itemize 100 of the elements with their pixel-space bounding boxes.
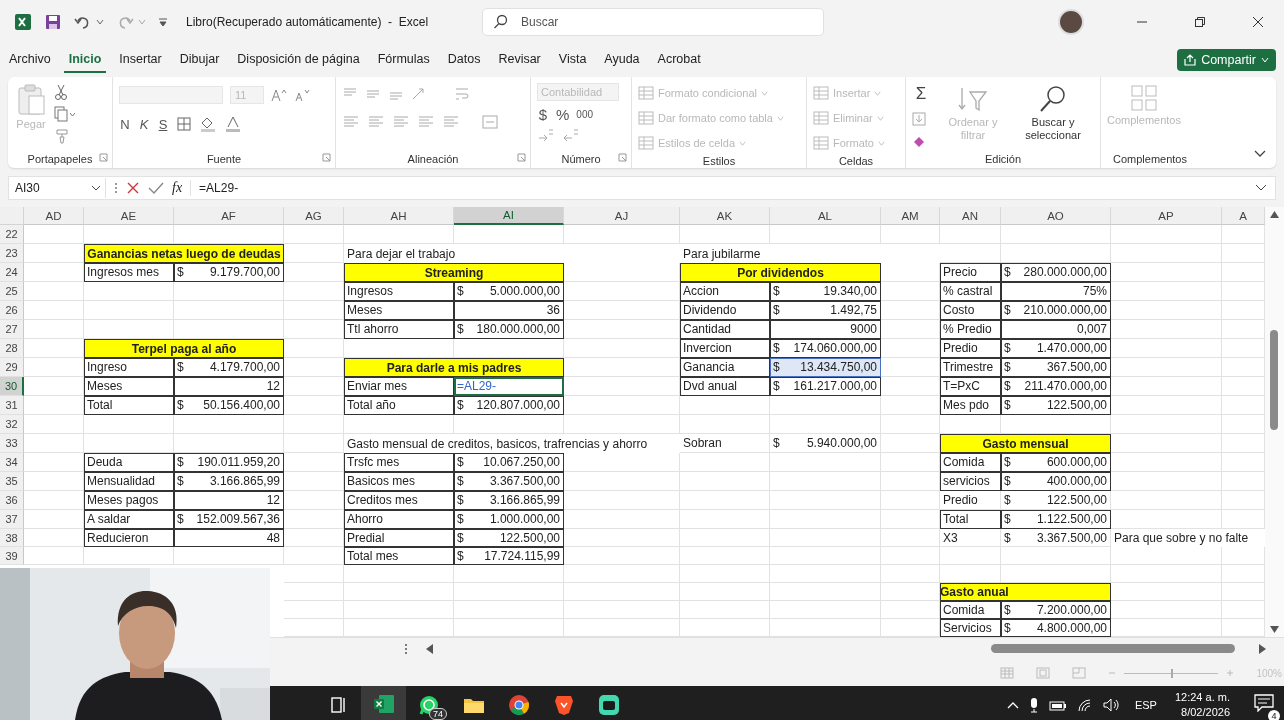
thousands-button[interactable]: 000	[576, 109, 594, 120]
empty-cell[interactable]	[680, 472, 770, 491]
percent-button[interactable]: %	[556, 106, 570, 123]
menu-tab[interactable]: Ayuda	[599, 46, 645, 73]
empty-cell[interactable]	[881, 547, 940, 565]
empty-cell[interactable]	[680, 565, 770, 583]
empty-cell[interactable]	[454, 225, 564, 244]
empty-cell[interactable]	[1001, 225, 1111, 244]
empty-cell[interactable]	[564, 583, 680, 601]
row-header[interactable]: 38	[0, 529, 24, 547]
empty-cell[interactable]	[84, 301, 174, 320]
wifi-icon[interactable]	[1076, 697, 1093, 712]
empty-cell[interactable]	[564, 225, 680, 244]
empty-cell[interactable]	[881, 415, 940, 434]
row-header[interactable]: 35	[0, 472, 24, 491]
scrollbar-thumb[interactable]	[1270, 330, 1278, 430]
align-icon[interactable]	[342, 115, 360, 129]
row-header[interactable]: 34	[0, 453, 24, 472]
empty-cell[interactable]	[284, 565, 344, 583]
wrap-text-icon[interactable]	[454, 86, 470, 102]
row-header[interactable]: 30	[0, 377, 24, 396]
empty-cell[interactable]	[564, 415, 680, 434]
italic-button[interactable]: K	[138, 116, 150, 132]
avatar-icon[interactable]	[1058, 9, 1084, 35]
caret-icon[interactable]	[138, 18, 146, 26]
empty-cell[interactable]	[770, 547, 881, 565]
name-box[interactable]: AI30	[9, 178, 106, 198]
menu-tab[interactable]: Revisar	[493, 46, 546, 73]
battery-icon[interactable]	[1048, 698, 1067, 711]
empty-cell[interactable]	[1111, 225, 1222, 244]
restore-icon[interactable]	[1194, 16, 1206, 28]
dialog-launcher-icon[interactable]	[322, 153, 331, 162]
zoom-thumb[interactable]	[1171, 668, 1174, 678]
row-header[interactable]: 22	[0, 225, 24, 244]
empty-cell[interactable]	[1111, 547, 1222, 565]
notification-icon[interactable]	[1254, 693, 1274, 712]
empty-cell[interactable]	[344, 583, 454, 601]
empty-cell[interactable]	[454, 583, 564, 601]
empty-cell[interactable]	[680, 491, 770, 510]
empty-cell[interactable]	[770, 491, 881, 510]
more-icon[interactable]	[404, 643, 408, 655]
scroll-left-icon[interactable]	[426, 644, 433, 654]
empty-cell[interactable]	[564, 601, 680, 619]
empty-cell[interactable]	[940, 225, 1001, 244]
formula-field[interactable]: =AL29-	[199, 181, 1247, 195]
empty-cell[interactable]	[284, 601, 344, 619]
row-header[interactable]: 23	[0, 244, 24, 263]
column-header[interactable]: AD	[24, 207, 84, 225]
language-indicator[interactable]: ESP	[1134, 698, 1157, 711]
menu-tab[interactable]: Inicio	[63, 46, 107, 73]
empty-cell[interactable]	[881, 225, 940, 244]
more-icon[interactable]	[114, 182, 118, 194]
close-icon[interactable]	[1252, 16, 1264, 28]
empty-cell[interactable]	[770, 601, 881, 619]
align-icon[interactable]	[417, 115, 435, 129]
dialog-launcher-icon[interactable]	[99, 153, 108, 162]
check-icon[interactable]	[148, 181, 164, 195]
empty-cell[interactable]	[680, 547, 770, 565]
column-header[interactable]: AI	[454, 207, 564, 225]
row-header[interactable]: 24	[0, 263, 24, 282]
decimal-icon[interactable]	[537, 128, 555, 142]
bold-button[interactable]: N	[119, 116, 131, 132]
share-button[interactable]: Compartir	[1177, 48, 1276, 71]
scissors-icon[interactable]	[54, 84, 68, 100]
empty-cell[interactable]	[770, 565, 881, 583]
empty-cell[interactable]	[881, 565, 940, 583]
menu-tab[interactable]: Dibujar	[174, 46, 225, 73]
empty-cell[interactable]	[680, 529, 770, 547]
menu-tab[interactable]: Datos	[442, 46, 486, 73]
column-header[interactable]: AF	[174, 207, 284, 225]
dialog-launcher-icon[interactable]	[618, 153, 627, 162]
empty-cell[interactable]	[1111, 565, 1222, 583]
row-header[interactable]: 25	[0, 282, 24, 301]
scroll-up-icon[interactable]	[1270, 211, 1279, 218]
menu-tab[interactable]: Acrobat	[652, 46, 706, 73]
volume-icon[interactable]	[1102, 697, 1121, 712]
grow-font-icon[interactable]	[271, 88, 287, 102]
normal-view-icon[interactable]	[1000, 667, 1015, 679]
column-header[interactable]: AE	[84, 207, 174, 225]
empty-cell[interactable]	[680, 510, 770, 529]
column-header[interactable]: AH	[344, 207, 454, 225]
empty-cell[interactable]	[680, 225, 770, 244]
empty-cell[interactable]	[454, 601, 564, 619]
find-select-button[interactable]: Buscar y seleccionar	[1016, 80, 1090, 146]
empty-cell[interactable]	[770, 529, 881, 547]
zoom-out-icon[interactable]	[1108, 669, 1117, 677]
chevron-icon[interactable]	[1254, 150, 1266, 158]
merge-icon[interactable]	[481, 114, 499, 130]
empty-cell[interactable]	[770, 472, 881, 491]
decimal-icon[interactable]	[562, 128, 580, 142]
row-header[interactable]: 37	[0, 510, 24, 529]
row-header[interactable]: 36	[0, 491, 24, 510]
column-header[interactable]: AK	[680, 207, 770, 225]
cancel-icon[interactable]	[126, 181, 140, 195]
currency-button[interactable]: $	[537, 106, 549, 123]
row-header[interactable]: 28	[0, 339, 24, 358]
empty-cell[interactable]	[680, 601, 770, 619]
clock-time[interactable]: 12:24 a. m.	[1174, 689, 1230, 705]
column-header[interactable]: AJ	[564, 207, 680, 225]
customize-icon[interactable]	[158, 17, 168, 27]
